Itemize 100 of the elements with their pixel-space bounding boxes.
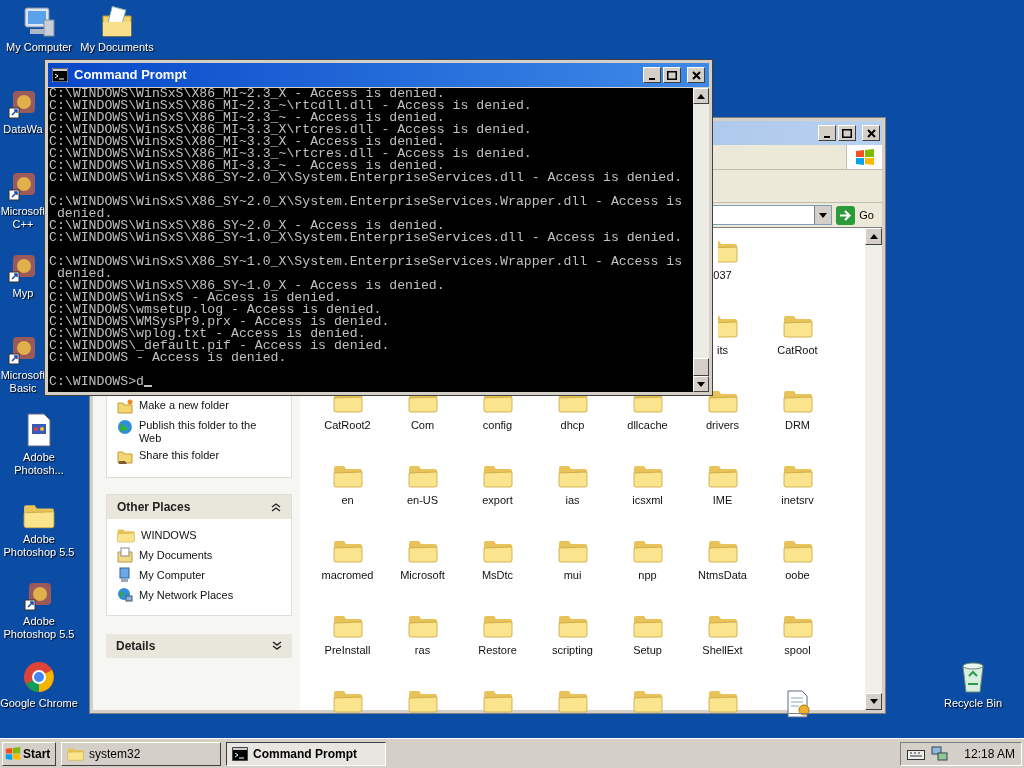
network-icon[interactable] <box>931 745 949 762</box>
globe-icon <box>117 419 133 435</box>
console-line: C:\WINDOWS\WinSxS\X86_SY~1.0_X - Access is denied. <box>49 280 445 292</box>
folder-label[interactable]: CatRoot <box>777 344 818 357</box>
scrollbar[interactable] <box>693 88 709 392</box>
place-link[interactable]: My Documents <box>139 547 213 563</box>
maximize-button[interactable] <box>663 67 681 83</box>
console-line: C:\WINDOWS\WinSxS\X86_SY~1.0_X\System.EnterpriseServices.dll - Access is denied. <box>49 232 683 244</box>
console-line: C:\WINDOWS\WinSxS\X86_SY~2.0_X - Access is denied. <box>49 220 445 232</box>
folder-icon <box>632 689 663 713</box>
desktop-icon-label: Adobe Photoshop 5.5 <box>2 533 76 559</box>
folder-icon <box>782 614 813 638</box>
scroll-thumb[interactable] <box>693 358 709 376</box>
close-button[interactable] <box>687 67 705 83</box>
folder-label[interactable]: icsxml <box>632 494 663 507</box>
expand-icon[interactable] <box>272 641 282 651</box>
desktop-icon-label: My Documents <box>80 41 154 54</box>
console-line: C:\WINDOWS\WinSxS\X86_MI~3.3_X - Access is denied. <box>49 136 445 148</box>
folder-label[interactable]: Restore <box>478 644 517 657</box>
go-button[interactable]: Go <box>836 205 878 225</box>
folder-label[interactable]: PreInstall <box>324 644 371 657</box>
desktop-icon-label: Microsoft C++ <box>0 205 46 231</box>
folder-label[interactable]: spool <box>784 644 811 657</box>
folder-icon <box>332 689 363 713</box>
computer-icon <box>117 567 133 583</box>
folder-label[interactable]: scripting <box>552 644 593 657</box>
console-line: C:\WINDOWS\wmsetup.log - Access is denied. <box>49 304 382 316</box>
folder-label[interactable]: IME <box>712 494 733 507</box>
taskbar-button[interactable]: system32 <box>61 741 221 766</box>
folder-label[interactable]: DRM <box>784 419 811 432</box>
folder-icon <box>557 689 588 713</box>
task-link[interactable]: Share this folder <box>139 449 220 462</box>
scroll-up-icon[interactable] <box>869 234 878 239</box>
folder-icon <box>782 389 813 413</box>
folder-label[interactable]: its <box>717 344 728 357</box>
folder-label[interactable]: npp <box>638 569 657 582</box>
console-line: C:\WINDOWS\WinSxS\X86_MI~3.3_~\rtcres.dll - Access is denied. <box>49 148 532 160</box>
folder-label[interactable]: Com <box>410 419 435 432</box>
taskbar-button[interactable]: Command Prompt <box>226 741 386 766</box>
folder-label[interactable]: NtmsData <box>698 569 747 582</box>
folder-label[interactable]: dllcache <box>627 419 668 432</box>
console-line: C:\WINDOWS\WinSxS\X86_SY~2.0_X\System.EnterpriseServices.dll - Access is denied. <box>49 172 683 184</box>
folder-label[interactable]: inetsrv <box>781 494 814 507</box>
folder-label[interactable]: CatRoot2 <box>324 419 371 432</box>
pane-header[interactable]: Details <box>106 634 292 658</box>
task-link[interactable]: Make a new folder <box>139 399 229 412</box>
folder-label[interactable]: mui <box>563 569 582 582</box>
close-icon <box>866 128 876 138</box>
folder-icon <box>557 539 588 563</box>
minimize-button[interactable] <box>643 67 661 83</box>
place-link[interactable]: WINDOWS <box>141 527 197 543</box>
console-line: C:\WINDOWS\WinSxS - Access is denied. <box>49 292 342 304</box>
folder-label[interactable]: MsDtc <box>481 569 514 582</box>
scroll-down-icon[interactable] <box>869 699 878 704</box>
folder-icon <box>557 614 588 638</box>
place-link[interactable]: My Network Places <box>139 587 234 603</box>
minimize-button[interactable] <box>818 125 836 141</box>
maximize-button[interactable] <box>838 125 856 141</box>
desktop-icon-label: My Computer <box>6 41 72 54</box>
folder-label[interactable]: drivers <box>706 419 739 432</box>
folder-icon <box>482 689 513 713</box>
folder-label[interactable]: export <box>482 494 513 507</box>
folder-label[interactable]: ras <box>414 644 431 657</box>
folder-label[interactable]: Setup <box>633 644 662 657</box>
clock[interactable]: 12:18 AM <box>964 744 1015 763</box>
folder-label[interactable]: oobe <box>785 569 810 582</box>
folder-label[interactable]: en <box>341 494 354 507</box>
console-line: denied. <box>56 268 113 280</box>
folder-label[interactable]: ShellExt <box>702 644 743 657</box>
folder-label[interactable]: ias <box>565 494 580 507</box>
pane-header[interactable]: Other Places <box>107 495 291 519</box>
documents-folder-icon[interactable] <box>100 6 134 38</box>
console-line: C:\WINDOWS\WMSysPr9.prx - Access is denied. <box>49 316 390 328</box>
folder-label[interactable]: dhcp <box>560 419 585 432</box>
console-line: C:\WINDOWS\_default.pif - Access is denied. <box>49 340 390 352</box>
folder-label[interactable]: macromed <box>321 569 374 582</box>
task-link[interactable]: Publish this folder to the Web <box>138 419 281 445</box>
folder-label[interactable]: en-US <box>406 494 439 507</box>
console-line: C:\WINDOWS\WinSxS\X86_MI~2.3_~ - Access is denied. <box>49 112 445 124</box>
scroll-up-icon[interactable] <box>697 93 705 99</box>
folder-icon <box>482 464 513 488</box>
folder-label[interactable]: Microsoft <box>400 569 445 582</box>
close-icon <box>691 70 701 80</box>
folder-icon <box>482 539 513 563</box>
collapse-icon[interactable] <box>271 502 281 512</box>
dropdown-icon[interactable] <box>819 212 828 218</box>
scrollbar[interactable] <box>865 228 882 710</box>
computer-icon[interactable] <box>22 6 56 38</box>
place-link[interactable]: My Computer <box>139 567 206 583</box>
scroll-down-icon[interactable] <box>697 381 705 387</box>
folder-label[interactable]: config <box>482 419 513 432</box>
network-icon <box>117 587 133 603</box>
minimize-icon <box>824 135 830 138</box>
start-button[interactable]: Start <box>2 741 56 766</box>
console-line: C:\WINDOWS\WinSxS\X86_SY~1.0_X\System.EnterpriseServices.Wrapper.dll - Access is <box>49 256 683 268</box>
close-button[interactable] <box>862 125 880 141</box>
keyboard-icon[interactable] <box>907 747 925 760</box>
console-line: denied. <box>56 208 113 220</box>
folder-label[interactable]: 037 <box>713 269 732 282</box>
browser-icon[interactable] <box>22 660 56 694</box>
